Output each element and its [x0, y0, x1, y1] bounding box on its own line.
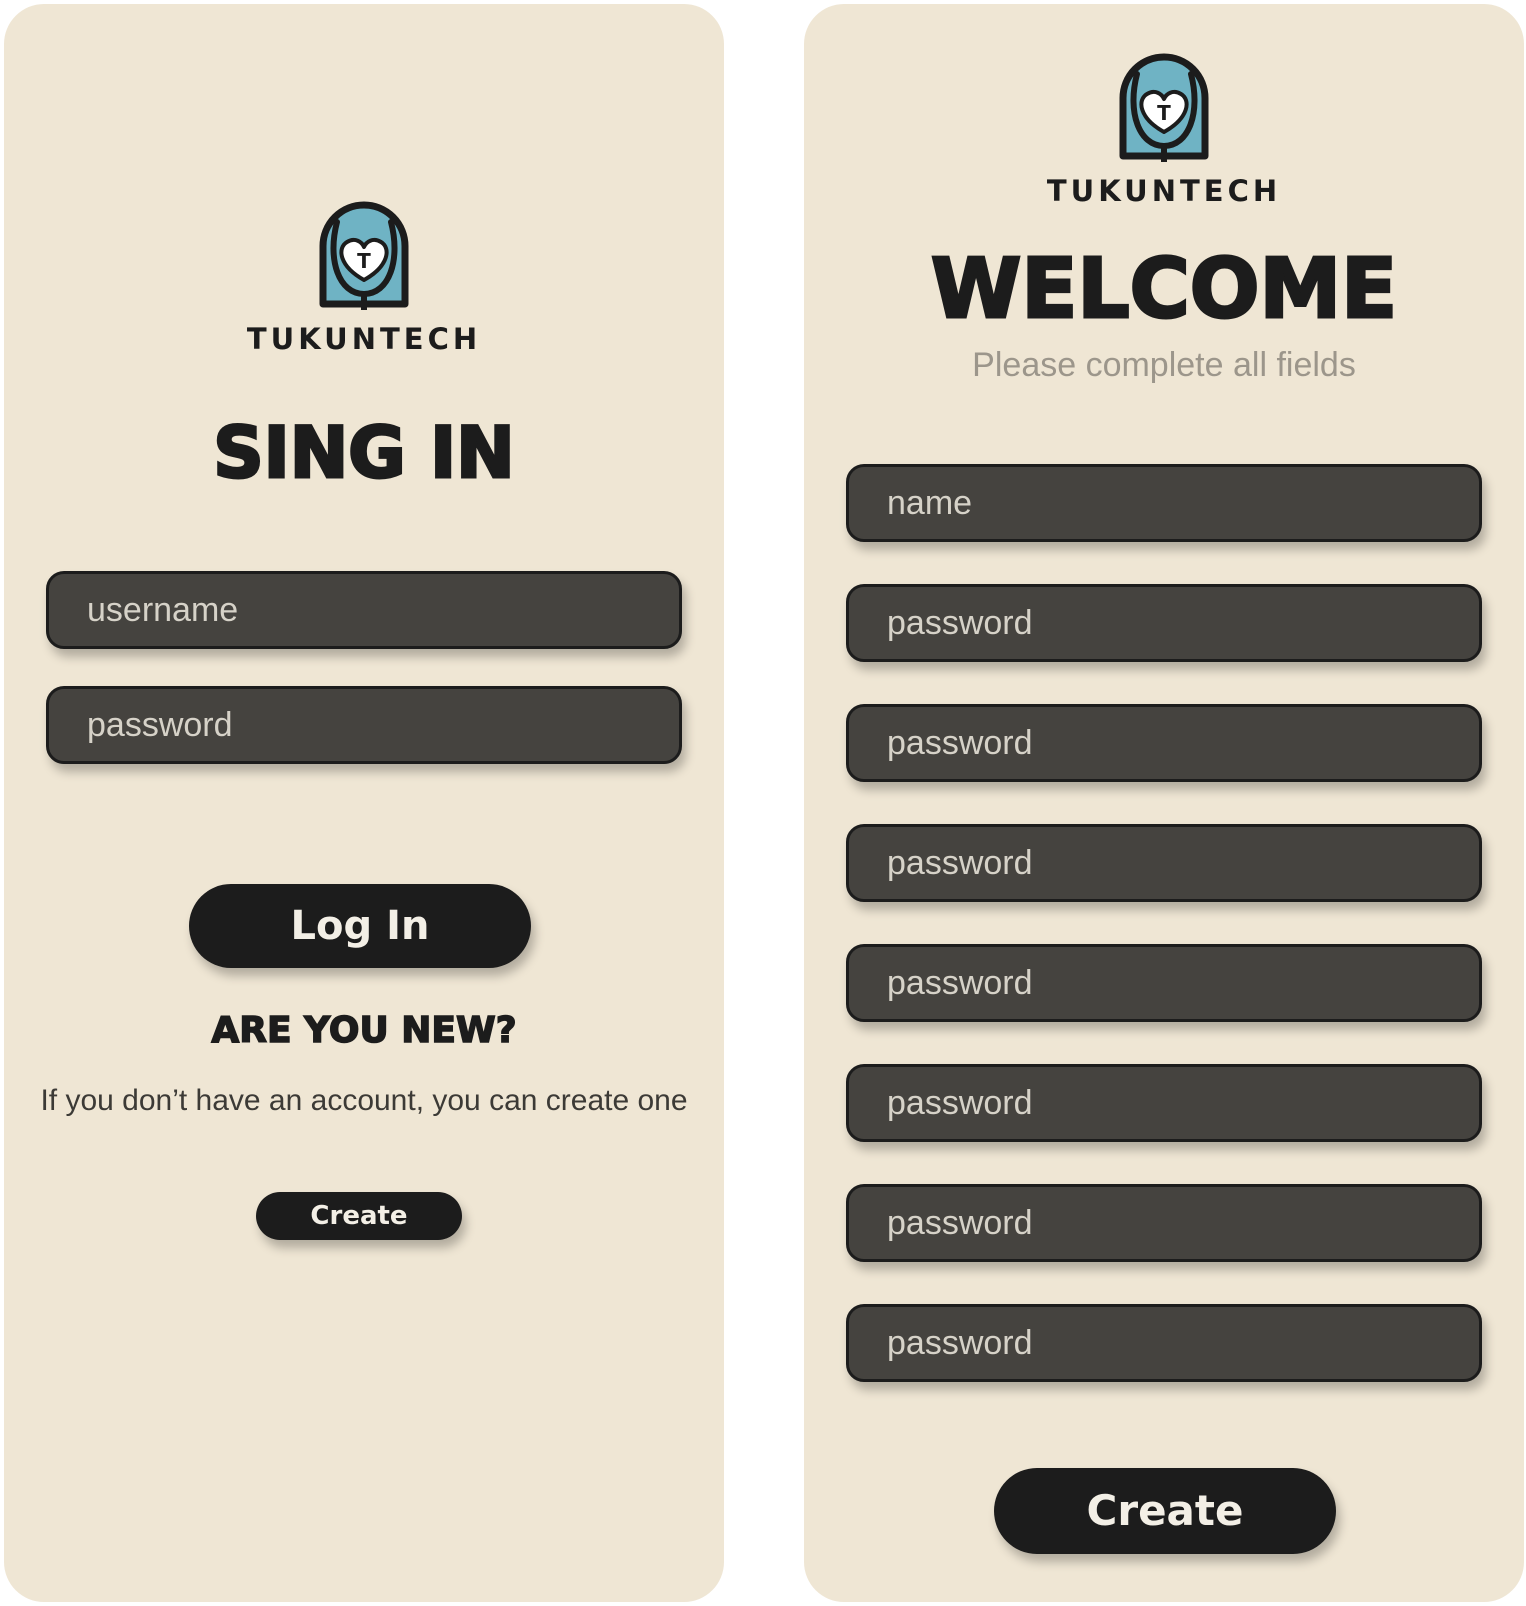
logo-letter: T [357, 249, 371, 273]
page-title: WELCOME [929, 241, 1398, 339]
brand-name: TUKUNTECH [246, 322, 482, 356]
password-input[interactable]: password [846, 1304, 1482, 1382]
new-user-heading: ARE YOU NEW? [211, 1009, 518, 1052]
password-input[interactable]: password [846, 704, 1482, 782]
brand-logo: T TUKUNTECH [804, 52, 1524, 208]
new-user-text: If you don’t have an account, you can cr… [40, 1084, 688, 1117]
logo-letter: T [1157, 101, 1171, 125]
password-input[interactable]: password [846, 944, 1482, 1022]
brand-name: TUKUNTECH [1046, 174, 1282, 208]
password-input[interactable]: password [46, 686, 682, 764]
signin-screen: T TUKUNTECH Sing In username password Lo… [4, 4, 724, 1602]
password-input[interactable]: password [846, 1184, 1482, 1262]
password-input[interactable]: password [846, 824, 1482, 902]
page-subtitle: Please complete all fields [972, 346, 1356, 384]
password-input[interactable]: password [846, 584, 1482, 662]
create-account-link-button[interactable]: Create [256, 1192, 462, 1240]
stethoscope-heart-icon: T [1119, 53, 1209, 162]
page-title: Sing In [212, 411, 517, 496]
password-input[interactable]: password [846, 1064, 1482, 1142]
brand-logo: T TUKUNTECH [4, 200, 724, 356]
signup-screen: T TUKUNTECH WELCOME Please complete all … [804, 4, 1524, 1602]
username-input[interactable]: username [46, 571, 682, 649]
create-button[interactable]: Create [994, 1468, 1336, 1554]
name-input[interactable]: name [846, 464, 1482, 542]
login-button[interactable]: Log In [189, 884, 531, 968]
stethoscope-heart-icon: T [319, 201, 409, 310]
